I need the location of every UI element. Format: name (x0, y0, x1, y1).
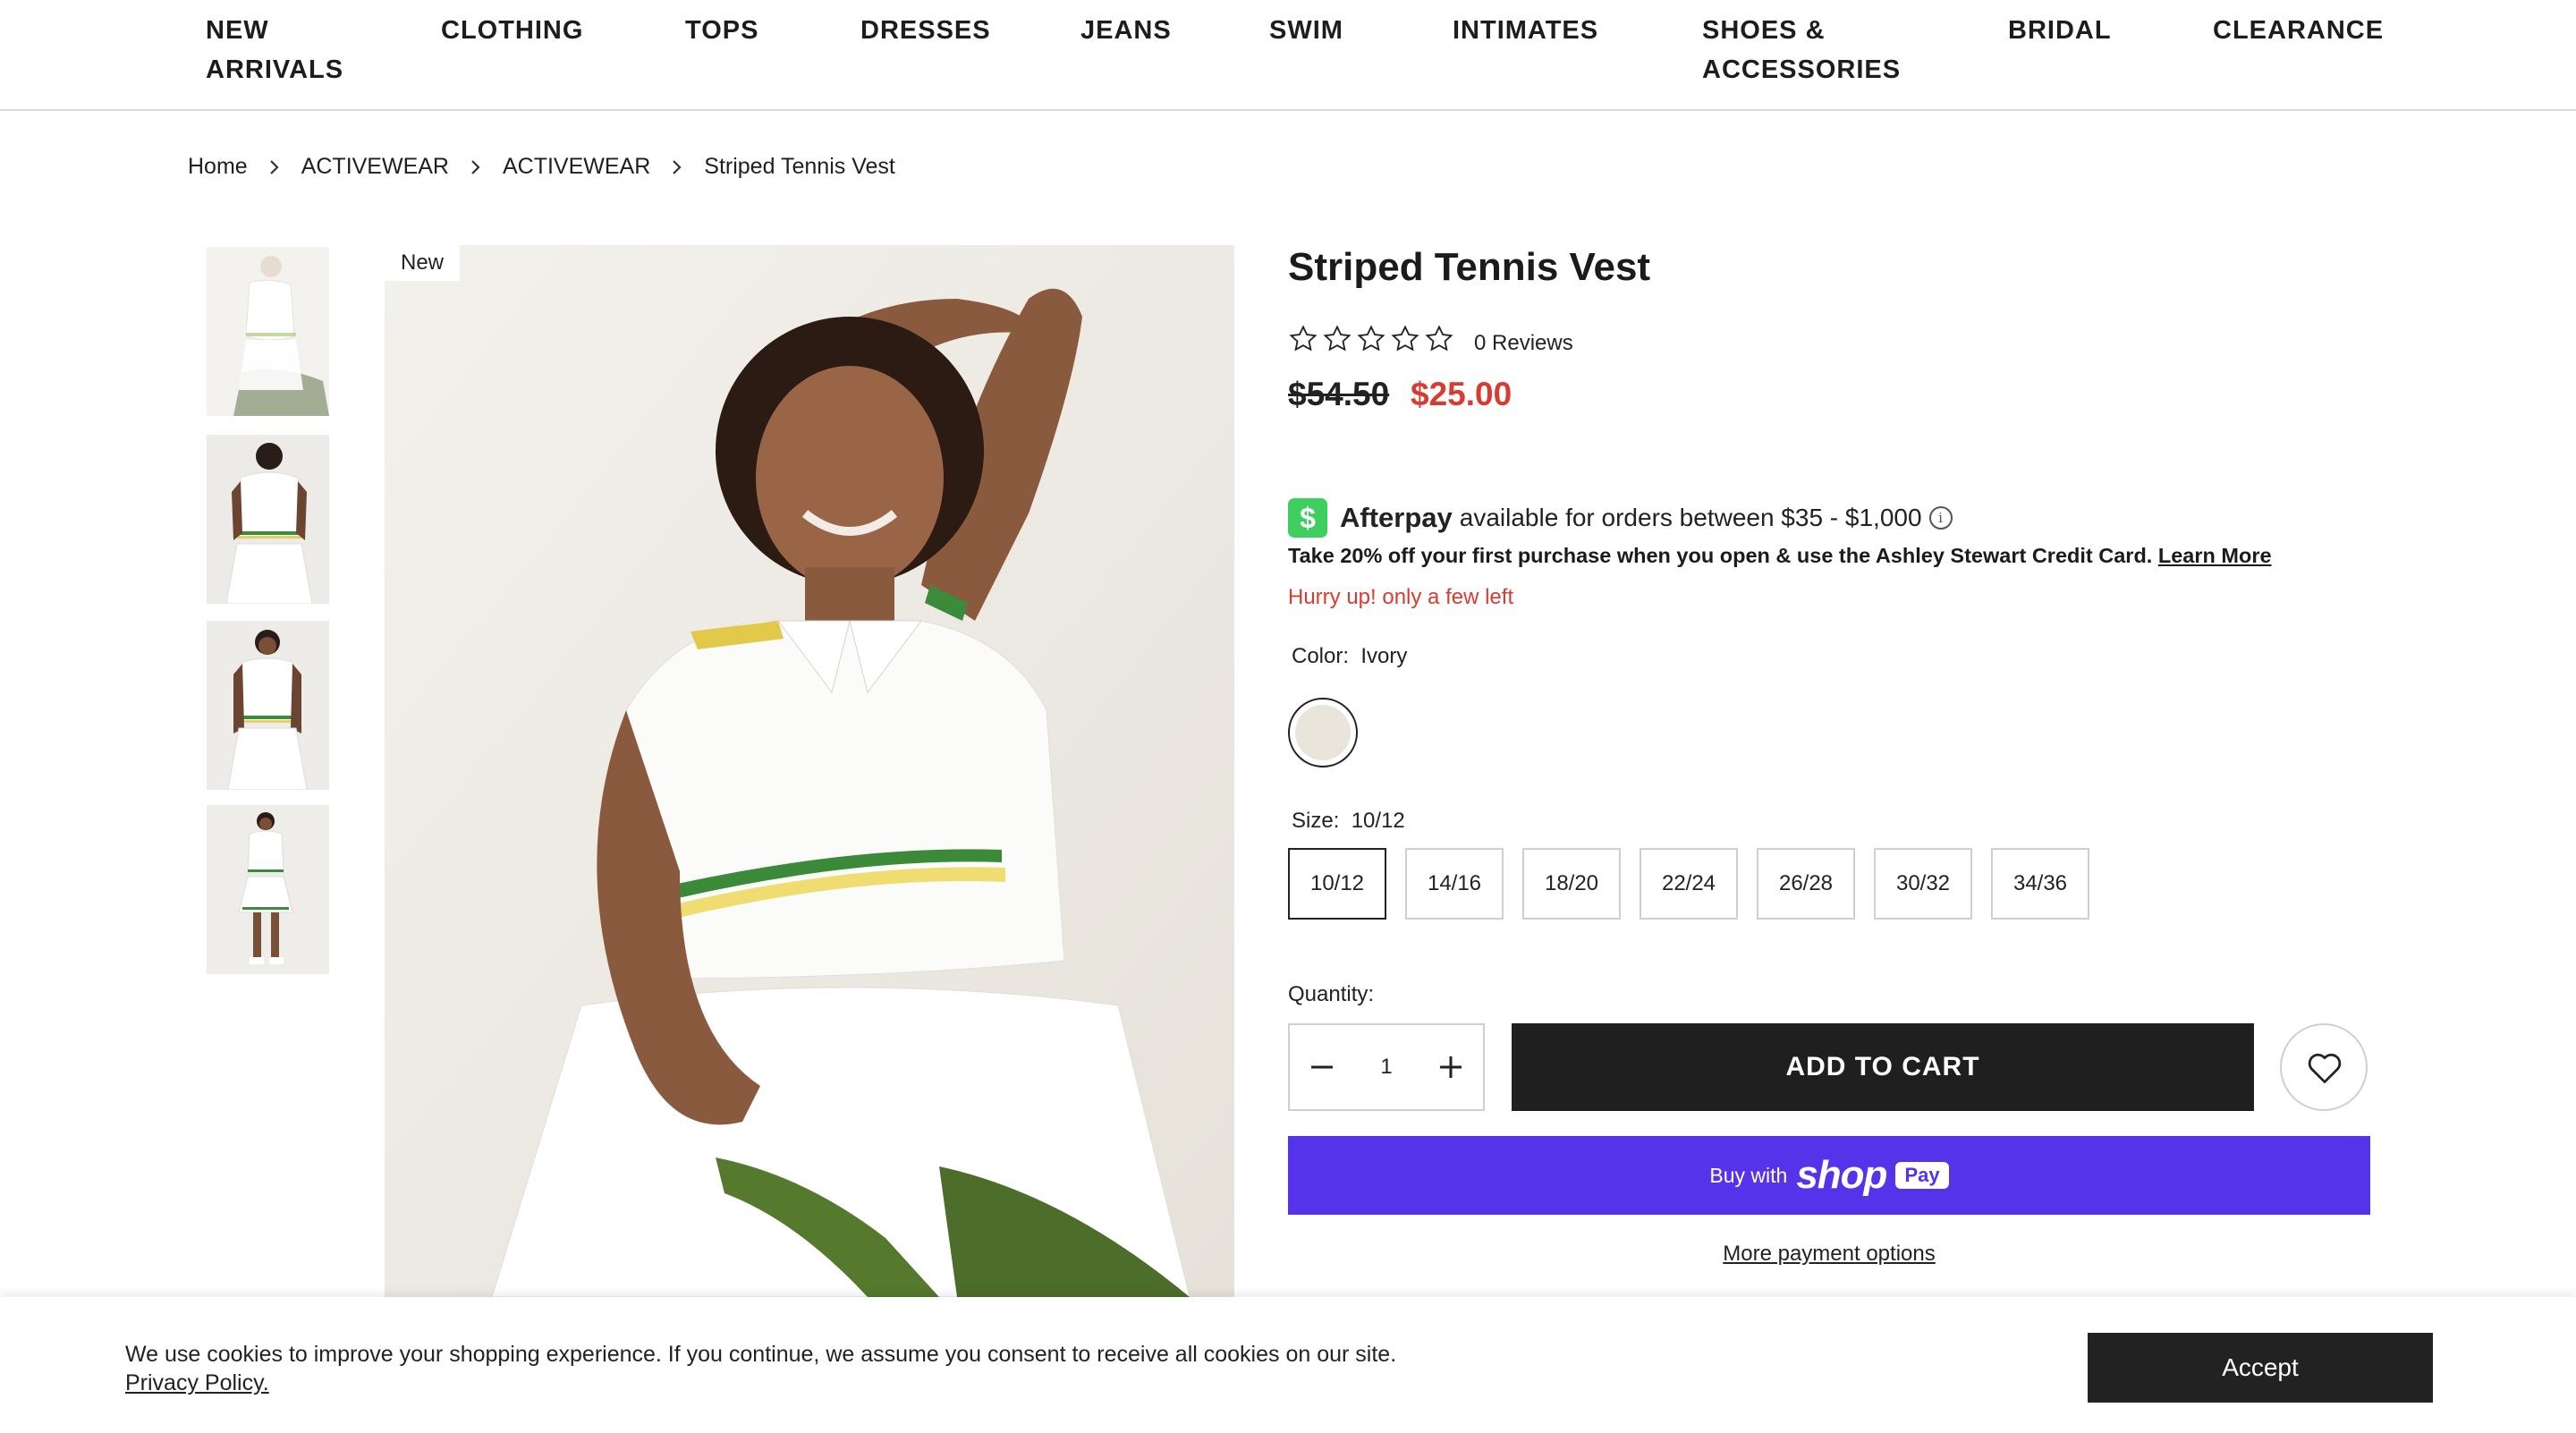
nav-label: SHOES & (1702, 16, 1826, 45)
nav-item-shoes-accessories[interactable]: SHOES & ACCESSORIES (1702, 11, 1901, 89)
shop-pay-logo: shop (1796, 1153, 1887, 1197)
breadcrumb-home[interactable]: Home (188, 154, 248, 180)
thumbnail-image-2[interactable] (207, 435, 329, 604)
breadcrumb-current: Striped Tennis Vest (704, 153, 895, 179)
nav-item-clearance[interactable]: CLEARANCE (2213, 11, 2384, 50)
color-selected-value: Ivory (1360, 644, 1408, 668)
promo-text: Take 20% off your first purchase when yo… (1288, 544, 2153, 567)
cookie-banner: We use cookies to improve your shopping … (0, 1297, 2576, 1433)
size-option[interactable]: 34/36 (1991, 848, 2089, 920)
cookie-text: We use cookies to improve your shopping … (125, 1342, 1397, 1367)
new-badge: New (385, 245, 460, 281)
wishlist-button[interactable] (2280, 1023, 2368, 1111)
nav-label: ARRIVALS (206, 55, 344, 84)
size-option[interactable]: 26/28 (1757, 848, 1855, 920)
star-icon (1323, 325, 1352, 352)
afterpay-brand: Afterpay (1340, 502, 1453, 533)
size-option[interactable]: 30/32 (1874, 848, 1972, 920)
credit-card-promo: Take 20% off your first purchase when yo… (1288, 544, 2272, 568)
quantity-stepper: 1 (1288, 1023, 1485, 1111)
chevron-right-icon (248, 154, 301, 180)
reviews-link[interactable]: 0 Reviews (1474, 331, 1573, 356)
nav-label: NEW (206, 16, 269, 45)
size-option[interactable]: 14/16 (1405, 848, 1504, 920)
quantity-input[interactable]: 1 (1352, 1025, 1420, 1109)
color-label-text: Color: (1292, 644, 1350, 668)
size-label: Size: 10/12 (1292, 809, 1405, 834)
breadcrumb-activewear-sub[interactable]: ACTIVEWEAR (503, 154, 650, 180)
nav-item-clothing[interactable]: CLOTHING (441, 11, 583, 50)
cookie-message: We use cookies to improve your shopping … (125, 1340, 1467, 1397)
shop-pay-prefix: Buy with (1709, 1163, 1788, 1187)
afterpay-logo-icon: $ (1288, 498, 1327, 538)
shop-pay-button[interactable]: Buy with shop Pay (1288, 1136, 2370, 1215)
original-price: $54.50 (1288, 376, 1390, 412)
chevron-right-icon (449, 154, 503, 180)
color-swatch-ivory[interactable] (1288, 698, 1358, 767)
quantity-label: Quantity: (1288, 982, 1375, 1006)
thumbnail-image-3[interactable] (207, 621, 329, 790)
star-icon (1357, 325, 1385, 352)
thumbnail-image-4[interactable] (207, 805, 329, 974)
size-selected-value: 10/12 (1351, 809, 1405, 833)
product-title: Striped Tennis Vest (1288, 245, 1651, 289)
accept-cookies-button[interactable]: Accept (2088, 1333, 2433, 1403)
nav-item-dresses[interactable]: DRESSES (860, 11, 991, 50)
breadcrumb-activewear[interactable]: ACTIVEWEAR (301, 154, 449, 180)
rating-stars[interactable] (1288, 324, 1454, 354)
breadcrumb: Home ACTIVEWEAR ACTIVEWEAR Striped Tenni… (188, 150, 895, 182)
info-icon[interactable]: i (1928, 506, 1953, 530)
top-navigation: NEW ARRIVALS CLOTHING TOPS DRESSES JEANS… (0, 0, 2576, 111)
size-label-text: Size: (1292, 809, 1340, 833)
product-main-image[interactable] (385, 245, 1234, 1297)
afterpay-message: $ Afterpay available for orders between … (1288, 497, 1953, 538)
nav-item-swim[interactable]: SWIM (1269, 11, 1343, 50)
quantity-increase-button[interactable] (1424, 1025, 1478, 1109)
nav-item-tops[interactable]: TOPS (685, 11, 758, 50)
nav-item-intimates[interactable]: INTIMATES (1453, 11, 1598, 50)
shop-pay-badge: Pay (1895, 1162, 1949, 1189)
nav-item-jeans[interactable]: JEANS (1080, 11, 1172, 50)
sale-price: $25.00 (1411, 376, 1513, 412)
stock-message: Hurry up! only a few left (1288, 585, 1514, 609)
learn-more-link[interactable]: Learn More (2158, 544, 2272, 567)
minus-icon (1311, 1065, 1333, 1069)
quantity-decrease-button[interactable] (1295, 1025, 1349, 1109)
star-icon (1289, 325, 1318, 352)
heart-icon (2308, 1053, 2342, 1083)
star-icon (1425, 325, 1453, 352)
size-option[interactable]: 18/20 (1522, 848, 1621, 920)
privacy-policy-link[interactable]: Privacy Policy. (125, 1370, 269, 1395)
afterpay-text: available for orders between $35 - $1,00… (1459, 504, 1922, 531)
swatch-fill (1295, 705, 1351, 760)
nav-item-new-arrivals[interactable]: NEW ARRIVALS (206, 11, 343, 89)
thumbnail-image-1[interactable] (207, 247, 329, 416)
chevron-right-icon (650, 154, 704, 180)
nav-label: ACCESSORIES (1702, 55, 1902, 84)
color-label: Color: Ivory (1292, 644, 1407, 669)
more-payment-options-link[interactable]: More payment options (1288, 1242, 2370, 1267)
plus-icon (1440, 1056, 1462, 1078)
size-option[interactable]: 22/24 (1640, 848, 1738, 920)
size-option[interactable]: 10/12 (1288, 848, 1386, 920)
nav-item-bridal[interactable]: BRIDAL (2008, 11, 2112, 50)
star-icon (1391, 325, 1419, 352)
add-to-cart-button[interactable]: ADD TO CART (1512, 1023, 2254, 1111)
